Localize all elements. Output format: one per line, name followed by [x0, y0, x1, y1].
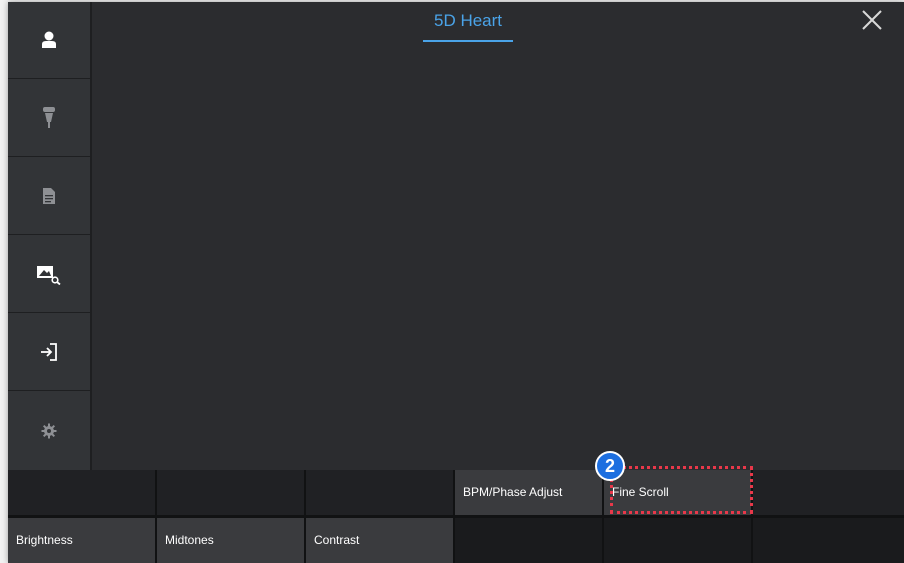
brightness-button[interactable]: Brightness [8, 518, 155, 563]
patient-button[interactable] [8, 2, 90, 79]
sidebar [8, 2, 92, 470]
control-cell-empty[interactable] [306, 470, 453, 515]
patient-icon [42, 31, 56, 48]
control-grid: BPM/Phase Adjust Fine Scroll Brightness … [8, 470, 904, 563]
exit-icon [41, 343, 57, 361]
probe-button[interactable] [8, 80, 90, 157]
report-icon [43, 188, 55, 204]
control-cell-empty[interactable] [157, 470, 304, 515]
control-cell-empty[interactable] [753, 518, 904, 563]
control-cell-empty[interactable] [8, 470, 155, 515]
app-window: 5D Heart BPM/Phase Adjust Fine Scroll Br… [8, 2, 904, 563]
report-button[interactable] [8, 158, 90, 235]
bpm-phase-adjust-button[interactable]: BPM/Phase Adjust [455, 470, 602, 515]
probe-icon [43, 107, 55, 128]
image-review-icon [37, 266, 61, 285]
page-title-text: 5D Heart [433, 11, 503, 30]
settings-button[interactable] [8, 392, 90, 469]
step-marker: 2 [595, 451, 625, 481]
gear-icon [41, 423, 57, 438]
control-cell-empty[interactable] [753, 470, 904, 515]
midtones-button[interactable]: Midtones [157, 518, 304, 563]
title-underline [423, 40, 513, 42]
contrast-button[interactable]: Contrast [306, 518, 453, 563]
image-review-button[interactable] [8, 236, 90, 313]
exit-button[interactable] [8, 314, 90, 391]
control-cell-empty[interactable] [604, 518, 751, 563]
page-title: 5D Heart [423, 6, 513, 42]
control-cell-empty[interactable] [455, 518, 602, 563]
close-icon [862, 10, 882, 30]
close-button[interactable] [860, 8, 884, 32]
highlight-box [610, 466, 753, 514]
